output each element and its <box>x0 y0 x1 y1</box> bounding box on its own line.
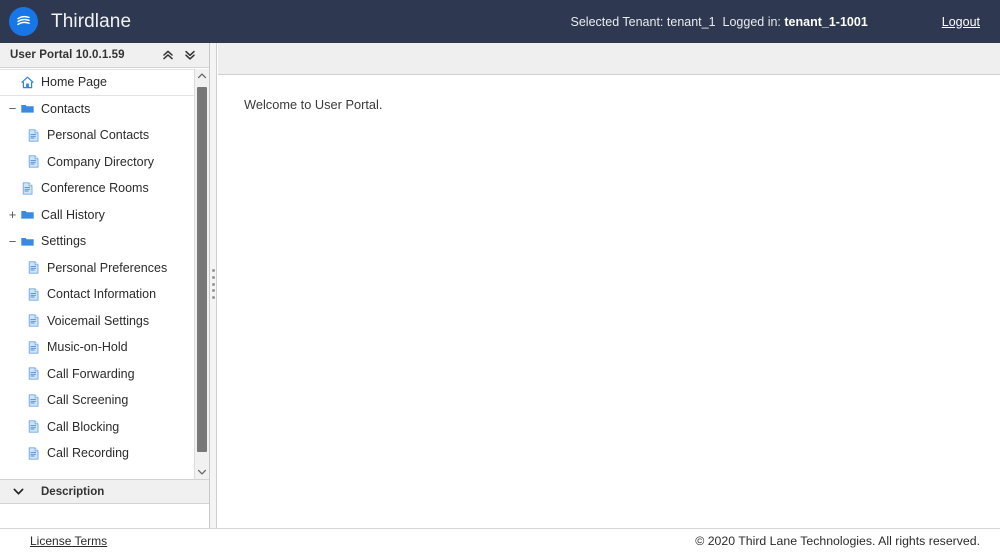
brand-title: Thirdlane <box>51 10 132 32</box>
tree-item-personal-contacts[interactable]: Personal Contacts <box>0 122 194 149</box>
tree-item-call-history[interactable]: + Call History <box>0 202 194 229</box>
scrollbar-thumb[interactable] <box>197 87 207 452</box>
tree-item-company-directory[interactable]: Company Directory <box>0 149 194 176</box>
navigation-sidebar: User Portal 10.0.1.59 Home Page − Contac… <box>0 43 210 528</box>
tree-item-label: Voicemail Settings <box>47 313 150 328</box>
sidebar-scrollbar[interactable] <box>194 69 209 479</box>
double-chevron-down-icon[interactable] <box>183 49 196 62</box>
double-chevron-up-icon[interactable] <box>161 49 174 62</box>
logged-in-value: tenant_1-1001 <box>784 14 868 29</box>
document-icon <box>25 154 41 170</box>
tree-item-contact-information[interactable]: Contact Information <box>0 281 194 308</box>
tree-item-label: Call Recording <box>47 446 129 460</box>
tree-item-settings[interactable]: − Settings <box>0 228 194 255</box>
app-footer: License Terms © 2020 Third Lane Technolo… <box>0 528 1000 553</box>
tree-item-conference-rooms[interactable]: Conference Rooms <box>0 175 194 202</box>
document-icon <box>25 445 41 461</box>
sidebar-header: User Portal 10.0.1.59 <box>0 43 209 68</box>
body-region: User Portal 10.0.1.59 Home Page − Contac… <box>0 43 1000 528</box>
main-content-body: Welcome to User Portal. <box>218 75 1000 112</box>
tree-item-label: Home Page <box>41 75 108 89</box>
tree-item-label: Conference Rooms <box>41 181 149 195</box>
collapse-node-icon[interactable]: − <box>6 102 19 115</box>
folder-icon <box>19 101 35 117</box>
navigation-tree: Home Page − Contacts Personal Contacts Compa… <box>0 69 194 479</box>
tree-item-label: Contacts <box>41 101 91 116</box>
chevron-down-icon <box>11 485 25 499</box>
document-icon <box>25 366 41 382</box>
tree-item-voicemail-settings[interactable]: Voicemail Settings <box>0 308 194 335</box>
tree-item-personal-preferences[interactable]: Personal Preferences <box>0 255 194 282</box>
tree-item-label: Personal Contacts <box>47 128 150 142</box>
collapse-node-icon[interactable]: − <box>6 235 19 248</box>
copyright-text: © 2020 Third Lane Technologies. All righ… <box>695 534 980 548</box>
tree-item-label: Call History <box>41 207 105 222</box>
welcome-message: Welcome to User Portal. <box>244 97 383 112</box>
sidebar-tree-area: Home Page − Contacts Personal Contacts Compa… <box>0 69 209 479</box>
tree-item-call-blocking[interactable]: Call Blocking <box>0 414 194 441</box>
document-icon <box>25 127 41 143</box>
tree-item-call-forwarding[interactable]: Call Forwarding <box>0 361 194 388</box>
tree-item-home-page[interactable]: Home Page <box>0 69 194 96</box>
selected-tenant-value: tenant_1 <box>666 14 716 29</box>
tree-item-label: Personal Preferences <box>47 260 168 275</box>
sidebar-header-tools <box>161 49 203 62</box>
document-icon <box>25 339 41 355</box>
splitter-grip-icon <box>212 269 215 299</box>
tree-item-label: Company Directory <box>47 154 154 169</box>
document-icon <box>25 313 41 329</box>
logged-in-label: Logged in: <box>722 14 781 29</box>
main-content-panel: Welcome to User Portal. <box>218 43 1000 528</box>
tree-item-label: Call Forwarding <box>47 366 135 381</box>
logout-link[interactable]: Logout <box>942 15 980 29</box>
selected-tenant-label: Selected Tenant: <box>570 14 664 29</box>
folder-icon <box>19 207 35 223</box>
tree-item-music-on-hold[interactable]: Music-on-Hold <box>0 334 194 361</box>
chevron-down-icon[interactable] <box>195 465 209 479</box>
folder-icon <box>19 233 35 249</box>
description-panel-header[interactable]: Description <box>0 479 209 504</box>
tenant-and-user-info: Selected Tenant: tenant_1 Logged in: ten… <box>571 15 868 29</box>
document-icon <box>25 392 41 408</box>
tree-item-label: Contact Information <box>47 287 157 301</box>
sidebar-title: User Portal 10.0.1.59 <box>10 49 125 61</box>
document-icon <box>25 260 41 276</box>
app-header: Thirdlane Selected Tenant: tenant_1 Logg… <box>0 0 1000 43</box>
tree-item-label: Call Blocking <box>47 419 120 434</box>
document-icon <box>19 180 35 196</box>
description-panel-title: Description <box>41 485 105 498</box>
chevron-up-icon[interactable] <box>195 69 209 83</box>
document-icon <box>25 286 41 302</box>
tree-item-call-recording[interactable]: Call Recording <box>0 440 194 467</box>
tree-item-call-screening[interactable]: Call Screening <box>0 387 194 414</box>
main-toolbar <box>218 43 1000 75</box>
thirdlane-waves-icon <box>9 7 38 36</box>
expand-node-icon[interactable]: + <box>6 208 19 221</box>
header-session-info: Selected Tenant: tenant_1 Logged in: ten… <box>571 15 1000 29</box>
tree-item-contacts[interactable]: − Contacts <box>0 96 194 123</box>
license-terms-link[interactable]: License Terms <box>30 534 107 548</box>
tree-item-label: Call Screening <box>47 393 129 407</box>
document-icon <box>25 419 41 435</box>
tree-item-label: Music-on-Hold <box>47 340 128 354</box>
description-panel-body <box>0 504 209 528</box>
panel-splitter[interactable] <box>210 43 217 528</box>
home-icon <box>19 74 35 90</box>
brand-area: Thirdlane <box>0 7 131 36</box>
tree-item-label: Settings <box>41 234 87 248</box>
